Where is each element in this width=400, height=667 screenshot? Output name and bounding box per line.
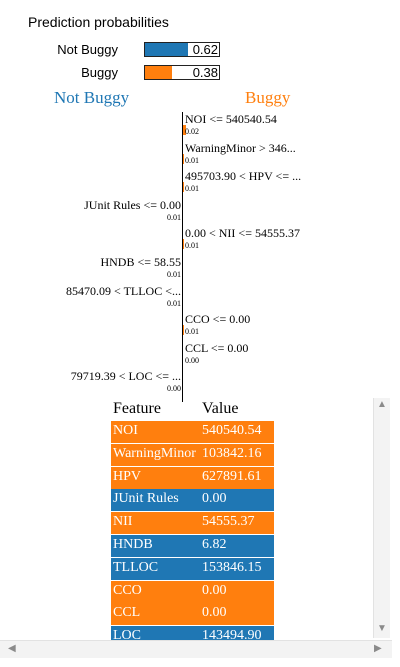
- table-cell-feature: HPV: [113, 468, 142, 484]
- table-cell-feature: HNDB: [113, 537, 153, 552]
- contribution-label: HNDB <= 58.55: [100, 255, 181, 269]
- contribution-axis: [182, 112, 183, 402]
- table-cell-feature: CCL: [113, 605, 141, 621]
- contribution-value: 0.01: [185, 327, 199, 337]
- table-row: NOI 540540.54: [111, 421, 274, 443]
- scroll-right-arrow-icon[interactable]: ▶: [374, 644, 382, 654]
- contribution-label: JUnit Rules <= 0.00: [84, 197, 181, 212]
- table-row: TLLOC 153846.15: [111, 557, 274, 580]
- table-row: WarningMinor 103842.16: [111, 443, 274, 466]
- vertical-scrollbar[interactable]: ▲ ▼: [373, 398, 390, 638]
- table-cell-value: 6.82: [202, 537, 227, 552]
- contribution-label: 85470.09 < TLLOC <...: [66, 283, 181, 298]
- prediction-probabilities-title: Prediction probabilities: [28, 14, 169, 30]
- header-buggy: Buggy: [245, 88, 291, 107]
- contribution-value: 0.01: [167, 298, 181, 308]
- contribution-label: 0.00 < NII <= 54555.37: [185, 226, 300, 241]
- contribution-value: 0.01: [167, 212, 181, 222]
- table-row: HNDB 6.82: [111, 535, 274, 557]
- table-row: HPV 627891.61: [111, 466, 274, 489]
- table-cell-value: 0.00: [202, 605, 227, 621]
- contribution-value: 0.00: [185, 355, 199, 365]
- contribution-bar: [183, 239, 184, 250]
- table-cell-feature: TLLOC: [113, 559, 159, 575]
- probability-value: 0.62: [192, 42, 218, 57]
- scroll-up-arrow-icon[interactable]: ▲: [377, 400, 387, 410]
- table-cell-value: 0.00: [202, 582, 227, 598]
- table-header-feature: Feature: [113, 400, 161, 417]
- table-row: JUnit Rules 0.00: [111, 489, 274, 512]
- contribution-label: NOI <= 540540.54: [185, 112, 277, 126]
- contribution-label: CCL <= 0.00: [185, 340, 249, 355]
- horizontal-scrollbar[interactable]: ◀ ▶: [0, 640, 392, 658]
- table-row: CCO 0.00: [111, 580, 274, 603]
- contribution-value: 0.01: [185, 155, 199, 165]
- table-cell-feature: CCO: [113, 582, 142, 598]
- contribution-label: CCO <= 0.00: [185, 312, 251, 327]
- table-cell-value: 54555.37: [202, 514, 255, 530]
- contribution-bar: [183, 325, 184, 336]
- table-cell-feature: NOI: [113, 423, 138, 438]
- table-cell-value: 540540.54: [202, 423, 262, 438]
- table-cell-feature: JUnit Rules: [113, 491, 179, 507]
- contribution-value: 0.01: [185, 241, 199, 251]
- probability-value: 0.38: [192, 65, 218, 80]
- contribution-value: 0.00: [167, 384, 181, 394]
- contribution-value: 0.01: [167, 270, 181, 279]
- table-cell-value: 0.00: [202, 491, 227, 507]
- contribution-value: 0.01: [185, 184, 199, 194]
- table-header-value: Value: [202, 400, 239, 417]
- table-row: NII 54555.37: [111, 512, 274, 535]
- contribution-label: WarningMinor > 346...: [185, 140, 296, 155]
- scroll-left-arrow-icon[interactable]: ◀: [8, 644, 16, 654]
- table-cell-value: 103842.16: [202, 445, 262, 461]
- table-cell-value: 153846.15: [202, 559, 262, 575]
- table-cell-feature: NII: [113, 514, 133, 530]
- table-cell-value: 627891.61: [202, 468, 262, 484]
- table-cell-feature: WarningMinor: [113, 445, 196, 461]
- probability-label: Buggy: [81, 65, 118, 80]
- table-row: CCL 0.00: [111, 603, 274, 626]
- scroll-down-arrow-icon[interactable]: ▼: [377, 624, 387, 634]
- contribution-bar: [183, 153, 184, 164]
- contribution-bar: [183, 182, 184, 193]
- header-not-buggy: Not Buggy: [54, 88, 130, 107]
- probability-label: Not Buggy: [57, 42, 118, 57]
- contribution-label: 79719.39 < LOC <= ...: [70, 369, 181, 384]
- contribution-label: 495703.90 < HPV <= ...: [185, 169, 302, 184]
- contribution-value: 0.02: [185, 127, 199, 136]
